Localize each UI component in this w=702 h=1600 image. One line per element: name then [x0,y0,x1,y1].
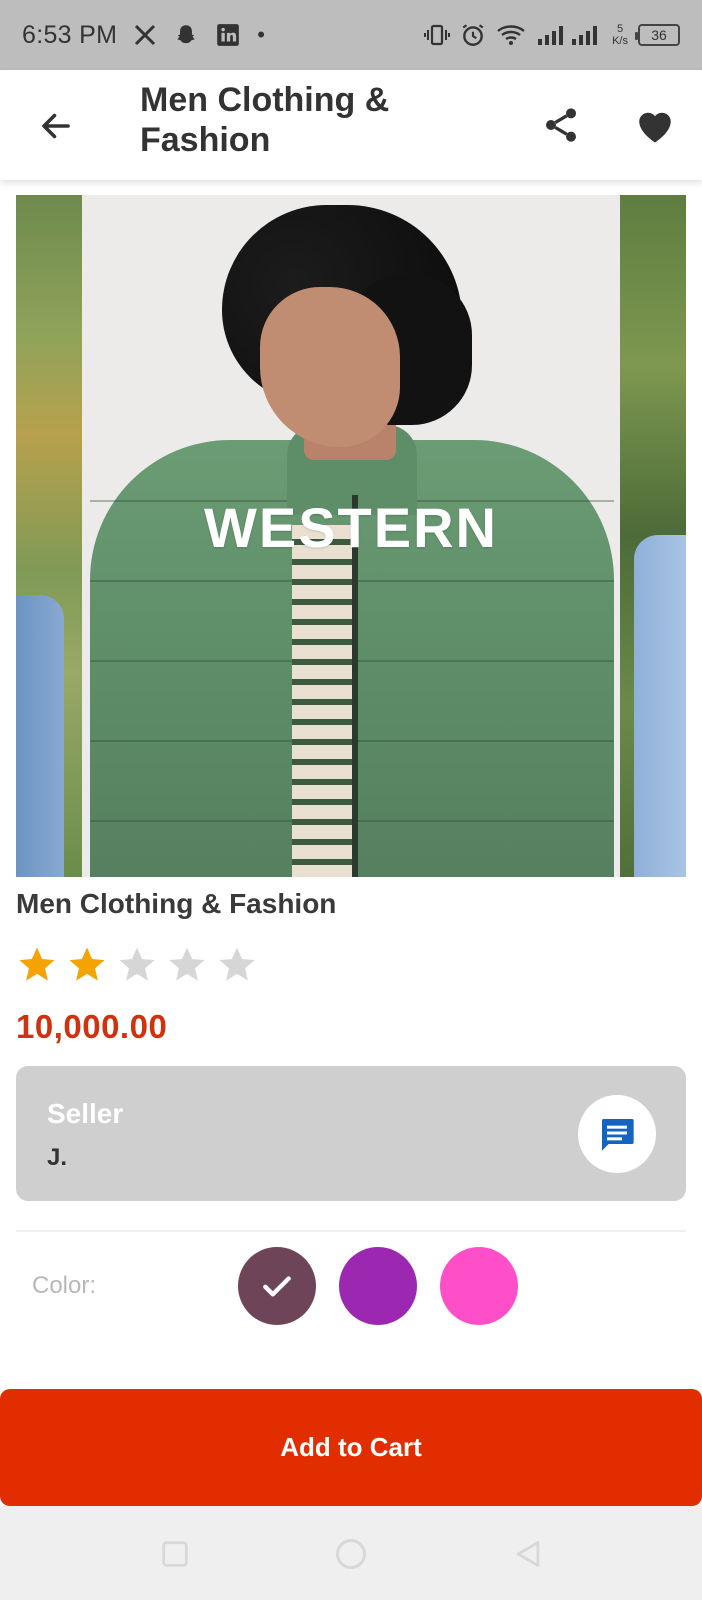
star-filled-icon [69,947,105,981]
status-bar: 6:53 PM • 5 K/s 36 [0,0,702,70]
linkedin-icon [215,22,241,48]
x-app-icon [133,23,157,47]
check-icon [263,1276,291,1297]
share-icon [546,108,576,142]
star-empty-icon [219,947,255,981]
status-time: 6:53 PM [22,20,118,49]
battery-indicator: 36 [635,24,680,46]
vibrate-icon [424,23,451,47]
signal-icon [536,23,602,47]
app-bar: Men Clothing & Fashion [0,70,702,180]
notification-dot: • [257,22,265,47]
chat-icon [602,1119,634,1151]
product-price: 10,000.00 [16,1008,168,1045]
product-image[interactable]: WESTERN [82,195,620,877]
color-swatch-2[interactable] [339,1247,417,1325]
color-label: Color: [32,1272,97,1299]
product-image-carousel[interactable]: WESTERN [16,195,686,877]
seller-card[interactable]: Seller J. [16,1066,686,1201]
favorite-button[interactable] [632,102,678,148]
image-overlay-text: WESTERN [204,496,498,559]
back-button[interactable] [34,104,78,148]
product-detail-screen: 6:53 PM • 5 K/s 36 Men Clothing & Fashio… [0,0,702,1600]
wifi-icon [496,23,526,47]
snapchat-icon [173,22,199,48]
heart-icon [639,112,671,143]
back-triangle-icon[interactable] [508,1534,548,1574]
chat-seller-button[interactable] [578,1095,656,1173]
star-rating [16,944,258,986]
star-empty-icon [119,947,155,981]
recents-icon[interactable] [155,1534,195,1574]
star-empty-icon [169,947,205,981]
arrow-left-icon [42,113,70,139]
star-filled-icon [19,947,55,981]
add-to-cart-button[interactable]: Add to Cart [0,1389,702,1506]
product-title: Men Clothing & Fashion [16,888,337,919]
network-speed: 5 K/s [612,23,628,47]
seller-label: Seller [47,1098,124,1129]
carousel-prev-slide[interactable] [16,195,82,877]
color-swatch-1[interactable] [238,1247,316,1325]
home-icon[interactable] [331,1534,371,1574]
alarm-icon [460,22,486,48]
seller-name: J. [47,1144,68,1171]
system-nav-bar [0,1506,702,1600]
section-divider [16,1230,686,1232]
carousel-next-slide[interactable] [620,195,686,877]
color-swatch-3[interactable] [440,1247,518,1325]
share-button[interactable] [538,102,584,148]
page-title: Men Clothing & Fashion [140,81,390,159]
